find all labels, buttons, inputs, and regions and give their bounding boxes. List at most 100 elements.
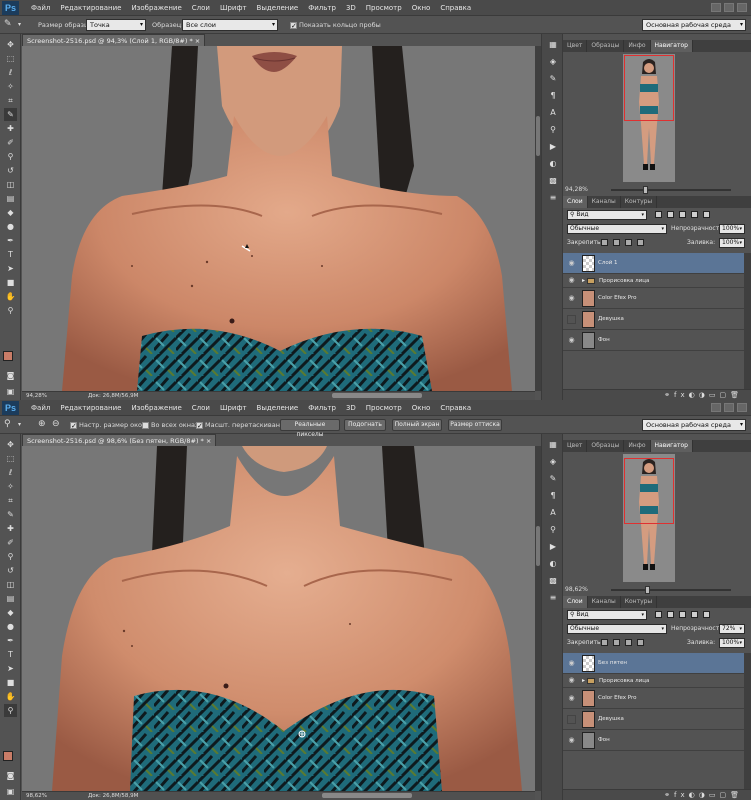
tab-info[interactable]: Инфо (624, 40, 651, 52)
shape-tool-icon[interactable]: ■ (4, 676, 17, 689)
zoom-slider-handle[interactable] (643, 186, 648, 194)
quick-select-tool-icon[interactable]: ✧ (4, 80, 17, 93)
quick-mask-icon[interactable]: ◙ (4, 369, 17, 382)
filter-shape-icon[interactable] (691, 611, 698, 618)
lasso-tool-icon[interactable]: ℓ (4, 466, 17, 479)
menu-select[interactable]: Выделение (252, 400, 304, 416)
blend-mode-select[interactable]: Обычные (567, 224, 667, 234)
vertical-scroll-thumb[interactable] (536, 526, 540, 566)
gradient-tool-icon[interactable]: ▤ (4, 192, 17, 205)
history-icon[interactable]: ▦ (547, 39, 559, 51)
styles-icon[interactable]: ▩ (547, 575, 559, 587)
actions-icon[interactable]: ▶ (547, 141, 559, 153)
vertical-scroll-thumb[interactable] (536, 116, 540, 156)
visibility-eye-icon[interactable]: ◉ (567, 315, 576, 324)
actual-pixels-button[interactable]: Реальные пикселы (280, 419, 340, 438)
blend-mode-select[interactable]: Обычные (567, 624, 667, 634)
layer-row[interactable]: ◉ Девушка (563, 309, 744, 330)
filter-type-icon[interactable] (679, 611, 686, 618)
layer-filter-select[interactable]: ⚲ Вид (567, 210, 647, 220)
menu-3d[interactable]: 3D (341, 400, 361, 416)
layer-group-row[interactable]: ◉ ▸ Прорисовка лица (563, 674, 744, 688)
brush-tool-icon[interactable]: ✐ (4, 136, 17, 149)
tab-channels[interactable]: Каналы (588, 196, 621, 208)
visibility-eye-icon[interactable]: ◉ (567, 259, 576, 268)
menu-3d[interactable]: 3D (341, 0, 361, 16)
brush-tool-icon[interactable]: ✐ (4, 536, 17, 549)
status-doc-size[interactable]: Док: 26,8M/56,9M (88, 392, 138, 400)
path-select-icon[interactable]: ➤ (4, 662, 17, 675)
menu-type[interactable]: Шрифт (215, 0, 252, 16)
resize-windows-checkbox[interactable] (70, 420, 77, 432)
fill-input[interactable]: 100% (719, 238, 745, 248)
menu-image[interactable]: Изображение (126, 400, 186, 416)
close-tab-icon[interactable]: × (206, 437, 211, 445)
layer-group-row[interactable]: ◉ ▸ Прорисовка лица (563, 274, 744, 288)
layer-row[interactable]: ◉ Слой 1 (563, 253, 744, 274)
eraser-tool-icon[interactable]: ◫ (4, 178, 17, 191)
zoom-in-icon[interactable]: ⊕ (38, 418, 46, 430)
layer-row[interactable]: ◉ Фон (563, 730, 744, 751)
lock-transparent-icon[interactable] (601, 639, 608, 646)
fill-screen-button[interactable]: Полный экран (392, 419, 442, 431)
show-ring-checkbox[interactable] (290, 20, 297, 32)
menu-edit[interactable]: Редактирование (55, 400, 126, 416)
fill-input[interactable]: 100% (719, 638, 745, 648)
layer-row[interactable]: ◉ Без пятен (563, 653, 744, 674)
history-brush-icon[interactable]: ↺ (4, 564, 17, 577)
maximize-button[interactable] (724, 403, 734, 412)
tab-layers[interactable]: Слои (563, 196, 588, 208)
character-icon[interactable]: A (547, 507, 559, 519)
clone-stamp-icon[interactable]: ⚲ (4, 550, 17, 563)
shape-tool-icon[interactable]: ■ (4, 276, 17, 289)
menu-file[interactable]: Файл (26, 400, 55, 416)
layers-scrollbar[interactable] (744, 253, 751, 389)
menu-image[interactable]: Изображение (126, 0, 186, 16)
navigator-preview[interactable] (623, 54, 675, 182)
pen-tool-icon[interactable]: ✒ (4, 234, 17, 247)
screen-mode-icon[interactable]: ▣ (4, 385, 17, 398)
lock-transparent-icon[interactable] (601, 239, 608, 246)
image-canvas[interactable] (22, 446, 535, 791)
foreground-color-swatch[interactable] (3, 751, 13, 761)
filter-adjust-icon[interactable] (667, 211, 674, 218)
dodge-tool-icon[interactable]: ● (4, 620, 17, 633)
lock-pixels-icon[interactable] (613, 239, 620, 246)
marquee-tool-icon[interactable]: ⬚ (4, 452, 17, 465)
paragraph-icon[interactable]: ¶ (547, 90, 559, 102)
close-tab-icon[interactable]: × (195, 37, 200, 45)
lock-pixels-icon[interactable] (613, 639, 620, 646)
tab-navigator[interactable]: Навигатор (650, 440, 693, 452)
clone-source-icon[interactable]: ⚲ (547, 524, 559, 536)
horizontal-scroll-thumb[interactable] (332, 393, 422, 398)
menu-filter[interactable]: Фильтр (303, 400, 341, 416)
quick-select-tool-icon[interactable]: ✧ (4, 480, 17, 493)
lock-position-icon[interactable] (625, 639, 632, 646)
lock-position-icon[interactable] (625, 239, 632, 246)
properties-icon[interactable]: ≡ (547, 192, 559, 204)
layers-scrollbar[interactable] (744, 653, 751, 789)
tab-color[interactable]: Цвет (563, 40, 588, 52)
navigator-zoom-value[interactable]: 94,28% (565, 185, 588, 195)
move-tool-icon[interactable]: ✥ (4, 38, 17, 51)
clone-source-icon[interactable]: ⚲ (547, 124, 559, 136)
opacity-input[interactable]: 72% (719, 624, 745, 634)
visibility-eye-icon[interactable]: ◉ (567, 694, 576, 703)
visibility-eye-icon[interactable]: ◉ (567, 715, 576, 724)
tab-channels[interactable]: Каналы (588, 596, 621, 608)
character-icon[interactable]: A (547, 107, 559, 119)
close-button[interactable] (737, 403, 747, 412)
layers-footer-icons[interactable]: ⚭fx◐◑▭▢🗑 (563, 389, 751, 400)
tab-color[interactable]: Цвет (563, 440, 588, 452)
menu-help[interactable]: Справка (435, 400, 476, 416)
menu-layers[interactable]: Слои (187, 0, 215, 16)
hand-tool-icon[interactable]: ✋ (4, 690, 17, 703)
eraser-tool-icon[interactable]: ◫ (4, 578, 17, 591)
zoom-slider-handle[interactable] (645, 586, 650, 594)
maximize-button[interactable] (724, 3, 734, 12)
screen-mode-icon[interactable]: ▣ (4, 785, 17, 798)
status-zoom[interactable]: 94,28% (26, 392, 47, 400)
visibility-eye-icon[interactable]: ◉ (567, 276, 576, 285)
properties-icon[interactable]: ≡ (547, 592, 559, 604)
eyedropper-icon[interactable]: ✎ (4, 108, 17, 121)
